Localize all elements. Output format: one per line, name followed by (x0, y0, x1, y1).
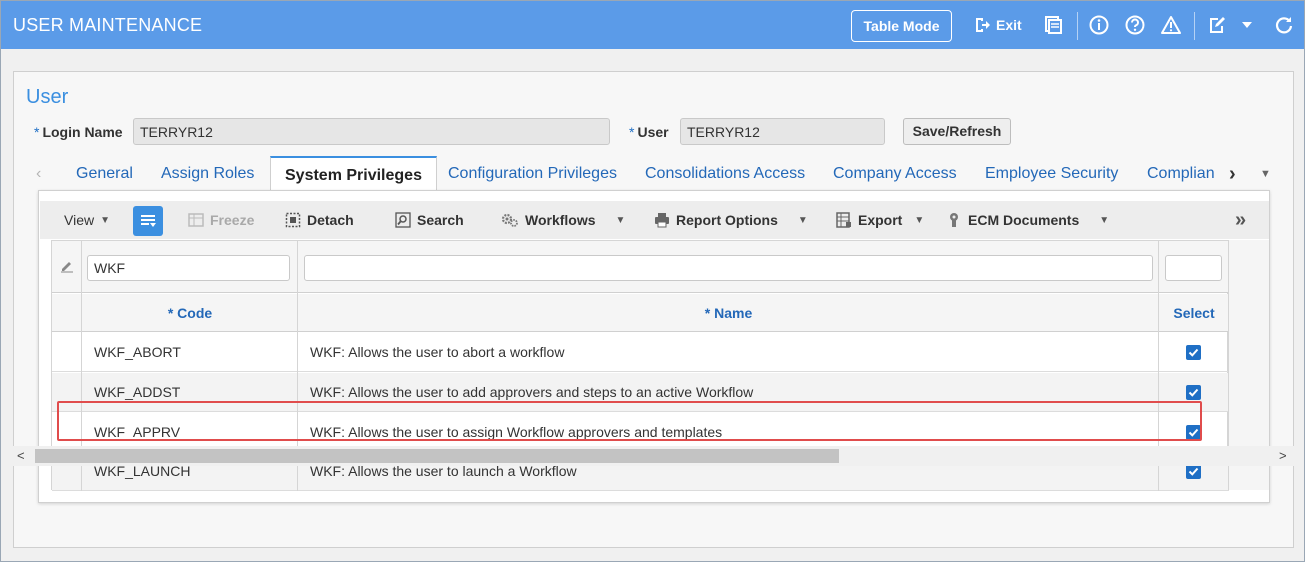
chevron-down-icon: ▼ (797, 214, 808, 226)
column-header-code[interactable]: * Code (82, 294, 298, 332)
detach-label: Detach (307, 212, 354, 228)
required-marker: * (629, 124, 635, 140)
chevron-down-icon: ▼ (615, 214, 626, 226)
code-filter-input[interactable]: WKF (87, 255, 290, 281)
scrollbar-thumb[interactable] (35, 449, 839, 463)
search-icon (395, 212, 411, 228)
check-icon (1188, 467, 1199, 476)
workflows-menu[interactable]: Workflows ▼ (501, 201, 625, 239)
detach-icon (285, 212, 301, 228)
print-icon[interactable] (1043, 15, 1063, 35)
chevron-down-icon[interactable] (1237, 15, 1257, 35)
code-cell: WKF_ADDST (94, 384, 181, 400)
select-checkbox[interactable] (1186, 425, 1201, 440)
spreadsheet-export-icon (836, 212, 851, 228)
tab-compliance[interactable]: Complian (1147, 156, 1227, 192)
app-window: USER MAINTENANCE Table Mode Exit User * … (0, 0, 1305, 562)
login-name-label-text: Login Name (42, 124, 123, 140)
tab-menu-chevron-icon[interactable]: ▼ (1260, 156, 1271, 192)
name-cell: WKF: Allows the user to add approvers an… (310, 384, 754, 400)
tab-assign-roles[interactable]: Assign Roles (161, 156, 254, 192)
code-cell: WKF_ABORT (94, 344, 181, 360)
check-icon (1188, 388, 1199, 397)
freeze-label: Freeze (210, 212, 255, 228)
column-header-select[interactable]: Select (1159, 294, 1229, 332)
workflows-label: Workflows (525, 212, 596, 228)
title-bar: USER MAINTENANCE Table Mode Exit (1, 1, 1304, 49)
edit-note-icon[interactable] (1207, 15, 1227, 35)
tab-configuration-privileges[interactable]: Configuration Privileges (448, 156, 617, 192)
detach-button[interactable]: Detach (285, 201, 354, 239)
select-checkbox[interactable] (1186, 464, 1201, 479)
user-field[interactable]: TERRYR12 (680, 118, 885, 145)
help-icon[interactable] (1125, 15, 1145, 35)
user-label-text: User (637, 124, 669, 140)
view-label: View (64, 212, 95, 228)
tab-general[interactable]: General (76, 156, 133, 192)
horizontal-scrollbar[interactable]: < > (13, 446, 1294, 466)
grid-filter-row: WKF (52, 241, 1229, 293)
app-title: USER MAINTENANCE (13, 15, 203, 35)
tab-scroll-left-icon[interactable]: ‹ (36, 156, 41, 192)
exit-button[interactable]: Exit (973, 16, 1022, 34)
freeze-button[interactable]: Freeze (188, 201, 254, 239)
user-label: * User (629, 124, 669, 140)
save-refresh-button[interactable]: Save/Refresh (903, 118, 1011, 145)
required-marker: * (34, 124, 40, 140)
report-options-menu[interactable]: Report Options ▼ (654, 201, 808, 239)
grid-toolbar: View ▼ Freeze Detach Search Workflows ▼ … (40, 201, 1269, 239)
export-label: Export (858, 212, 903, 228)
select-checkbox[interactable] (1186, 385, 1201, 400)
table-row[interactable]: WKF_ADDST WKF: Allows the user to add ap… (52, 373, 1229, 412)
filter-toggle-button[interactable] (133, 206, 163, 236)
tab-company-access[interactable]: Company Access (833, 156, 957, 192)
pencil-icon (60, 259, 74, 278)
section-title: User (26, 86, 69, 108)
toolbar-overflow-icon[interactable]: » (1235, 201, 1246, 239)
tab-bar: ‹ General Assign Roles System Privileges… (14, 156, 1293, 192)
view-menu[interactable]: View ▼ (64, 201, 110, 239)
name-cell: WKF: Allows the user to abort a workflow (310, 344, 565, 360)
exit-icon (976, 18, 990, 32)
column-header-name[interactable]: * Name (298, 294, 1159, 332)
select-filter-input[interactable] (1165, 255, 1222, 281)
export-menu[interactable]: Export ▼ (836, 201, 924, 239)
chevron-down-icon: ▼ (1099, 214, 1110, 226)
gears-icon (501, 213, 518, 227)
chevron-down-icon: ▼ (100, 214, 110, 226)
toolbar-separator (1194, 12, 1195, 40)
table-row[interactable]: WKF_ABORT WKF: Allows the user to abort … (52, 333, 1229, 372)
check-icon (1188, 348, 1199, 357)
ecm-documents-label: ECM Documents (968, 212, 1080, 228)
toolbar-separator (1077, 12, 1078, 40)
grid-header-row: * Code * Name Select (52, 294, 1229, 332)
check-icon (1188, 428, 1199, 437)
tab-system-privileges[interactable]: System Privileges (270, 156, 437, 192)
login-name-field[interactable]: TERRYR12 (133, 118, 610, 145)
scroll-right-icon[interactable]: > (1279, 446, 1287, 466)
info-icon[interactable] (1089, 15, 1109, 35)
warning-icon[interactable] (1161, 15, 1181, 35)
ecm-documents-menu[interactable]: ECM Documents ▼ (946, 201, 1109, 239)
login-name-label: * Login Name (34, 124, 123, 140)
select-checkbox[interactable] (1186, 345, 1201, 360)
table-mode-button[interactable]: Table Mode (851, 10, 952, 42)
refresh-icon[interactable] (1274, 15, 1294, 35)
main-panel: User * Login Name TERRYR12 * User TERRYR12… (13, 71, 1294, 548)
name-filter-input[interactable] (304, 255, 1153, 281)
search-button[interactable]: Search (395, 201, 464, 239)
report-options-label: Report Options (676, 212, 778, 228)
freeze-icon (188, 213, 204, 227)
tab-employee-security[interactable]: Employee Security (985, 156, 1118, 192)
printer-icon (655, 213, 669, 228)
tab-consolidations-access[interactable]: Consolidations Access (645, 156, 805, 192)
tab-scroll-right-icon[interactable]: › (1229, 156, 1236, 192)
chevron-down-icon: ▼ (914, 214, 925, 226)
exit-label: Exit (996, 17, 1022, 33)
filter-icon (141, 215, 156, 227)
scroll-left-icon[interactable]: < (17, 446, 25, 466)
search-label: Search (417, 212, 464, 228)
ecm-documents-icon (950, 213, 958, 227)
